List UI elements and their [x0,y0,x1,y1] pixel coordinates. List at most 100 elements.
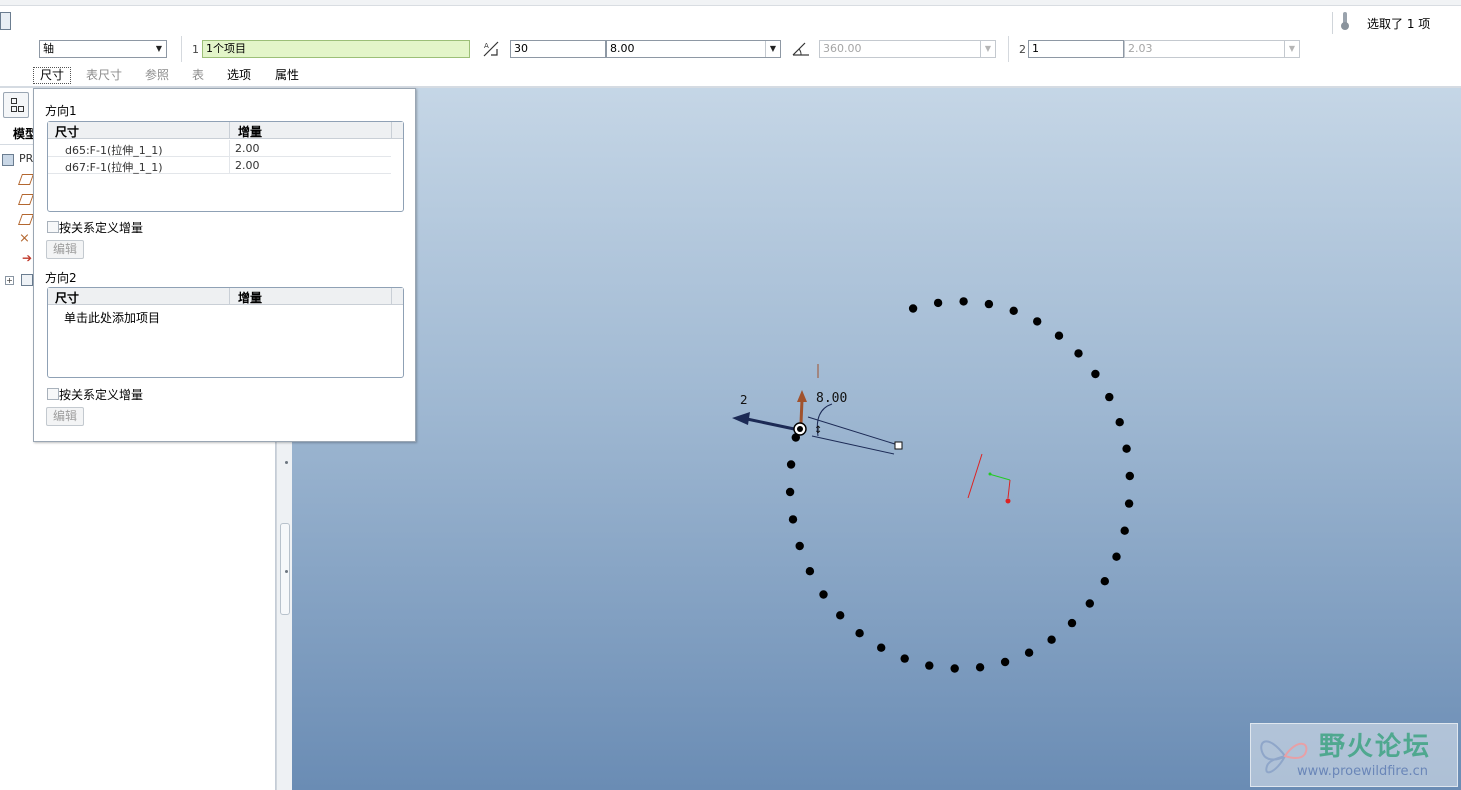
row-dimension: d65:F-1(拉伸_1_1) [65,144,163,157]
edit-button-2[interactable]: 编辑 [46,407,84,426]
direction1-table[interactable]: 尺寸 增量 d65:F-1(拉伸_1_1) 2.00 d67:F-1(拉伸_1_… [47,121,404,212]
pattern-point[interactable] [1000,657,1010,667]
pattern-point[interactable] [1100,577,1109,586]
drag-handle[interactable] [894,441,903,450]
tab-references[interactable]: 参照 [145,68,169,82]
pattern-point[interactable] [788,515,798,524]
direction1-arrow[interactable] [799,399,804,424]
pattern-point[interactable] [1047,635,1056,644]
pattern-point[interactable] [1115,418,1124,427]
direction2-label: 2 [740,393,748,407]
filter-icon[interactable] [1340,12,1350,30]
pattern-point[interactable] [925,661,934,670]
column-increment: 增量 [238,125,263,139]
direction1-collector[interactable]: 1个项目 [202,40,470,58]
table-row[interactable]: d65:F-1(拉伸_1_1) 2.00 [48,140,391,157]
pattern-point[interactable] [950,664,959,673]
model-tree-root[interactable]: PR [19,152,33,165]
direction1-index: 1 [192,43,199,56]
tab-dimensions[interactable]: 尺寸 [33,67,71,84]
model-tree-tab-icon[interactable] [3,92,29,118]
pattern-point[interactable] [984,299,994,309]
pattern-point[interactable] [933,298,943,308]
pattern-type-select[interactable]: 轴 ▼ [39,40,167,58]
edit-button-1[interactable]: 编辑 [46,240,84,259]
datum-plane-icon[interactable] [17,194,35,205]
member-count-icon: A [483,41,499,57]
divider [1008,36,1009,62]
angle-extent-value: 360.00 [823,42,862,55]
panel-icon[interactable] [0,12,11,30]
pattern-point[interactable] [1054,331,1064,340]
table-header: 尺寸 增量 [48,288,403,305]
dimension-leader [811,435,895,455]
datum-plane-icon[interactable] [17,174,35,185]
direction2-table[interactable]: 尺寸 增量 单击此处添加项目 [47,287,404,378]
direction2-count-value: 1 [1032,42,1039,55]
relation-increment-checkbox-2[interactable] [47,388,59,400]
pattern-point[interactable] [1120,526,1129,535]
direction1-collector-text: 1个项目 [206,42,246,55]
grip-dot [285,461,288,464]
pattern-point[interactable] [1112,552,1121,561]
pattern-point[interactable] [975,663,985,672]
pattern-point[interactable] [836,611,845,620]
scroll-handle[interactable] [280,523,290,615]
pattern-point[interactable] [908,304,918,313]
pattern-point[interactable] [855,629,864,638]
direction1-arrow-head [797,390,807,402]
member-count-input[interactable]: 30 [510,40,606,58]
tab-properties[interactable]: 属性 [275,68,299,82]
pattern-point[interactable] [819,590,828,599]
pattern-point[interactable] [785,487,795,497]
direction2-label: 方向2 [45,271,77,285]
pattern-point[interactable] [1122,444,1131,453]
tab-table-dimensions[interactable]: 表尺寸 [86,68,122,82]
pattern-point[interactable] [959,297,968,306]
angle-dimension-label[interactable]: 8.00 [816,391,847,406]
column-divider [391,122,392,138]
row-increment[interactable]: 2.00 [235,142,260,155]
row-increment[interactable]: 2.00 [235,159,260,172]
status-divider [1332,12,1333,34]
graphics-window[interactable]: 2 8.00 ↕ [292,88,1461,790]
column-dimension: 尺寸 [55,291,80,305]
pattern-point[interactable] [1033,317,1042,326]
pattern-point[interactable] [805,567,815,576]
add-item-placeholder[interactable]: 单击此处添加项目 [64,309,160,326]
pattern-point[interactable] [1124,499,1134,508]
triad-origin [1005,498,1011,504]
pattern-point[interactable] [1085,599,1094,608]
chevron-down-icon: ▼ [155,44,163,53]
model-canvas: 2 8.00 ↕ [732,297,1134,673]
pattern-point[interactable] [1074,349,1083,358]
column-increment: 增量 [238,291,263,305]
insert-arrow-icon[interactable]: ➔ [22,252,32,264]
pattern-feature-icon[interactable] [21,274,33,286]
pattern-point[interactable] [786,460,796,469]
watermark-title: 野火论坛 [1319,732,1432,762]
column-dimension: 尺寸 [55,125,80,139]
column-divider [391,288,392,304]
pattern-point[interactable] [1125,471,1134,481]
expand-icon[interactable]: + [5,276,14,285]
tab-options[interactable]: 选项 [227,68,251,82]
pattern-point[interactable] [1009,306,1018,315]
pattern-point[interactable] [1105,392,1114,402]
relation-increment-label-2: 按关系定义增量 [59,388,144,402]
pattern-point[interactable] [1091,369,1100,379]
datum-plane-icon[interactable] [17,214,35,225]
relation-increment-checkbox-1[interactable] [47,221,59,233]
pattern-point[interactable] [877,643,886,652]
pattern-point[interactable] [900,654,909,663]
pattern-point[interactable] [795,541,804,551]
tab-table[interactable]: 表 [192,68,204,82]
coordinate-system-icon[interactable]: ⨯ [19,232,30,245]
pattern-point[interactable] [1067,618,1077,628]
direction2-arrow[interactable] [746,417,800,432]
increment-input[interactable]: 8.00 ▼ [606,40,781,58]
direction2-count-input[interactable]: 1 [1028,40,1124,58]
pattern-point[interactable] [1024,648,1034,657]
table-row[interactable]: d67:F-1(拉伸_1_1) 2.00 [48,157,391,174]
origin-handle-center [797,426,803,432]
